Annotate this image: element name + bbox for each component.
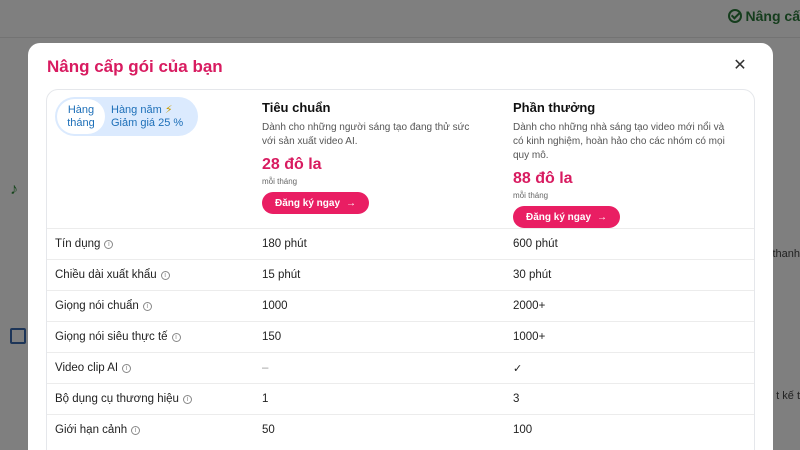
table-row: Tín dụng i 180 phút 600 phút	[47, 228, 754, 259]
standard-value: –	[262, 362, 269, 374]
yearly-label: Hàng năm	[111, 103, 162, 116]
plan-premium: Phần thưởng Dành cho những nhà sáng tạo …	[513, 100, 733, 228]
standard-value: 1000	[262, 300, 288, 312]
premium-value: 3	[513, 393, 520, 405]
plan-standard: Tiêu chuẩn Dành cho những người sáng tạo…	[262, 100, 482, 214]
premium-value: 600 phút	[513, 238, 558, 250]
premium-value: 100	[513, 424, 533, 436]
close-icon: ✕	[733, 57, 747, 74]
standard-value: 180 phút	[262, 238, 307, 250]
table-row: Giọng nói chuẩn i 1000 2000+	[47, 290, 754, 321]
toggle-yearly-option[interactable]: Hàng năm ⚡ Giảm giá 25 %	[105, 104, 183, 130]
feature-name: Giọng nói chuẩn	[55, 300, 139, 312]
plan-price: 28 đô la	[262, 156, 322, 173]
standard-value: 50	[262, 424, 275, 436]
plan-period: mỗi tháng	[513, 191, 549, 200]
feature-name: Giọng nói siêu thực tế	[55, 331, 168, 343]
premium-value: 30 phút	[513, 269, 552, 281]
premium-value: 2000+	[513, 300, 546, 312]
toggle-monthly-option[interactable]: Hàng tháng	[57, 99, 105, 134]
yearly-discount: Giảm giá 25 %	[111, 116, 184, 129]
signup-premium-button[interactable]: Đăng ký ngay →	[513, 206, 621, 228]
table-row: Giới hạn cảnh i 50 100	[47, 414, 754, 445]
info-icon[interactable]: i	[122, 363, 132, 373]
plan-price: 88 đô la	[513, 170, 573, 187]
modal-title: Nâng cấp gói của bạn	[47, 57, 223, 76]
upgrade-plan-modal: Nâng cấp gói của bạn ✕ Hàng tháng Hàng n…	[28, 43, 773, 450]
plan-description: Dành cho những người sáng tạo đang thử s…	[262, 122, 470, 147]
plan-period: mỗi tháng	[262, 177, 298, 186]
table-row: Chiều dài xuất khẩu i 15 phút 30 phút	[47, 259, 754, 290]
standard-value: 1	[262, 393, 269, 405]
plan-name: Phần thưởng	[513, 100, 596, 115]
plan-name: Tiêu chuẩn	[262, 100, 331, 115]
table-row: Video clip AI i – ✓	[47, 352, 754, 383]
standard-value: 15 phút	[262, 269, 301, 281]
info-icon[interactable]: i	[131, 425, 141, 435]
feature-name: Bộ dụng cụ thương hiệu	[55, 393, 179, 405]
check-icon: ✓	[513, 362, 523, 375]
bolt-icon: ⚡	[164, 103, 173, 116]
plan-description: Dành cho những nhà sáng tạo video mới nổ…	[513, 122, 725, 161]
info-icon[interactable]: i	[104, 239, 114, 249]
feature-name: Giới hạn cảnh	[55, 424, 128, 436]
info-icon[interactable]: i	[142, 301, 152, 311]
table-row: Giọng nói siêu thực tế i 150 1000+	[47, 321, 754, 352]
arrow-right-icon: →	[346, 197, 357, 209]
feature-name: Video clip AI	[55, 362, 119, 374]
standard-value: 150	[262, 331, 282, 343]
table-row: Bộ dụng cụ thương hiệu i 1 3	[47, 383, 754, 414]
signup-standard-button[interactable]: Đăng ký ngay →	[262, 192, 370, 214]
feature-name: Chiều dài xuất khẩu	[55, 269, 157, 281]
billing-period-toggle[interactable]: Hàng tháng Hàng năm ⚡ Giảm giá 25 %	[55, 97, 198, 136]
info-icon[interactable]: i	[182, 394, 192, 404]
pricing-card: Hàng tháng Hàng năm ⚡ Giảm giá 25 % Tiêu…	[46, 89, 755, 450]
premium-value: 1000+	[513, 331, 546, 343]
arrow-right-icon: →	[597, 211, 608, 223]
feature-table: Tín dụng i 180 phút 600 phút Chiều dài xu…	[47, 228, 754, 445]
info-icon[interactable]: i	[160, 270, 170, 280]
info-icon[interactable]: i	[171, 332, 181, 342]
close-button[interactable]: ✕	[731, 57, 749, 75]
feature-name: Tín dụng	[55, 238, 101, 250]
